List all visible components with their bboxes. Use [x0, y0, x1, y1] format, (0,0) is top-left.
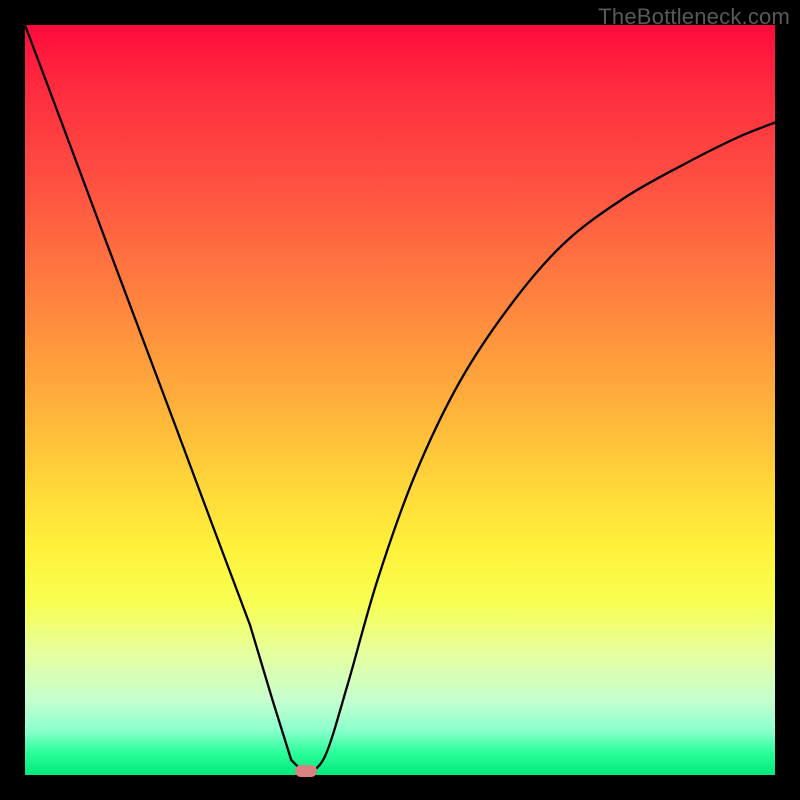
chart-stage: TheBottleneck.com	[0, 0, 800, 800]
bottleneck-curve	[25, 25, 775, 775]
watermark-label: TheBottleneck.com	[598, 4, 790, 30]
minimum-marker	[295, 765, 317, 777]
plot-area	[25, 25, 775, 775]
